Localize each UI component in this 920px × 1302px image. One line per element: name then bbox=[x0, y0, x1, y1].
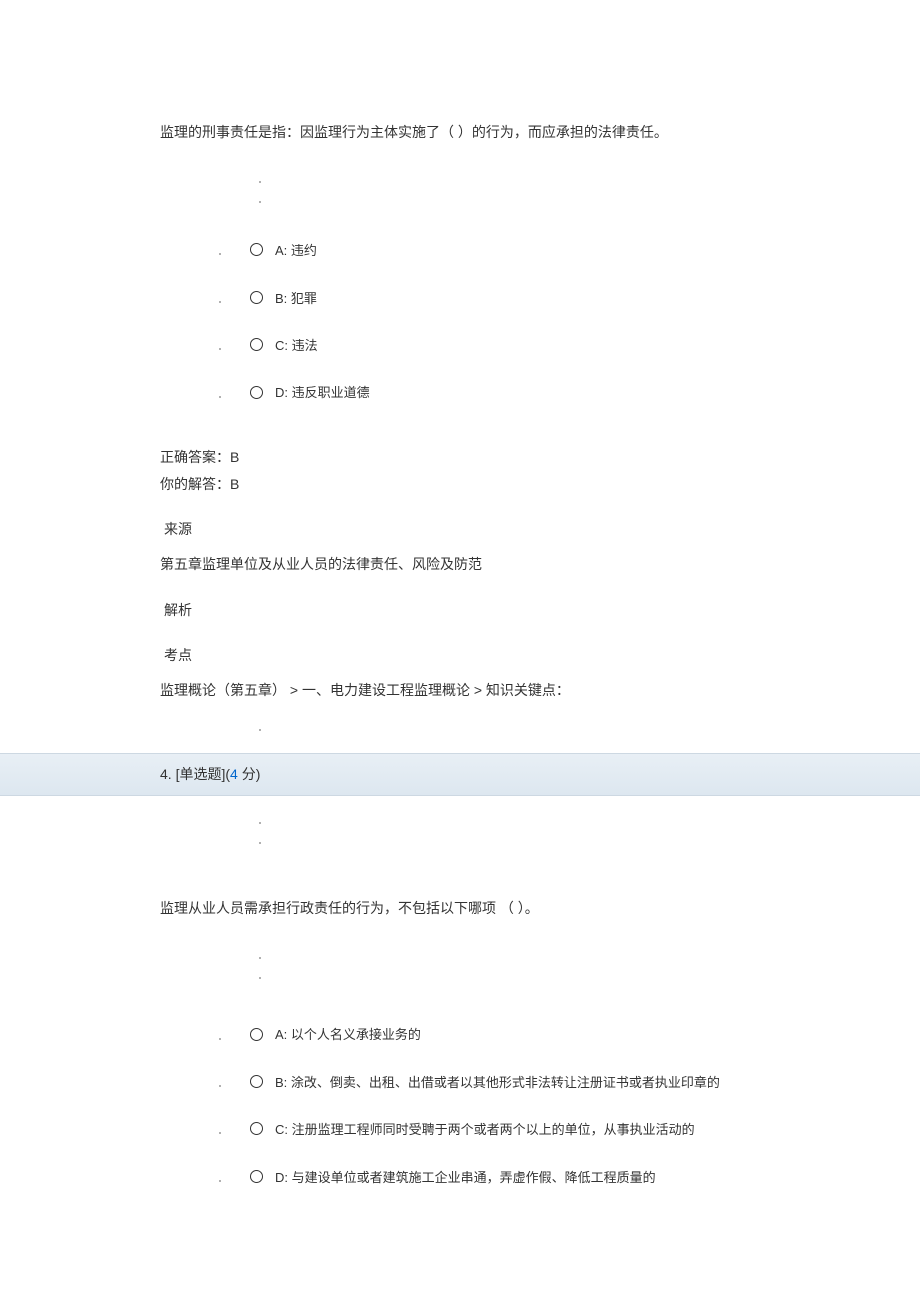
radio-icon bbox=[250, 1028, 263, 1041]
source-label: 来源 bbox=[164, 517, 760, 542]
q4-option-d-label: D: 与建设单位或者建筑施工企业串通，弄虚作假、降低工程质量的 bbox=[275, 1164, 656, 1189]
radio-icon bbox=[250, 1075, 263, 1088]
q3-option-a-label: A: 违约 bbox=[275, 237, 317, 262]
q3-option-c-label: C: 违法 bbox=[275, 332, 318, 357]
point-label: 考点 bbox=[164, 643, 760, 668]
q3-question-text: 监理的刑事责任是指：因监理行为主体实施了（ ）的行为，而应承担的法律责任。 bbox=[160, 120, 760, 145]
analysis-label: 解析 bbox=[164, 598, 760, 623]
q4-option-a[interactable]: A: 以个人名义承接业务的 bbox=[230, 1021, 421, 1046]
q3-option-d-label: D: 违反职业道德 bbox=[275, 379, 370, 404]
q4-number: 4. [单选题] bbox=[160, 766, 225, 782]
q4-score-unit: 分 bbox=[238, 766, 256, 782]
q3-option-b-label: B: 犯罪 bbox=[275, 285, 317, 310]
radio-icon bbox=[250, 386, 263, 399]
q3-option-d[interactable]: D: 违反职业道德 bbox=[230, 379, 370, 404]
your-answer-label: 你的解答：B bbox=[160, 472, 760, 497]
q4-question-text: 监理从业人员需承担行政责任的行为，不包括以下哪项 （ ）。 bbox=[160, 896, 760, 921]
breadcrumb: 监理概论（第五章） > 一、电力建设工程监理概论 > 知识关键点： bbox=[160, 678, 760, 703]
q4-options-list: A: 以个人名义承接业务的 B: 涂改、倒卖、出租、出借或者以其他形式非法转让注… bbox=[230, 1021, 760, 1189]
q4-option-c[interactable]: C: 注册监理工程师同时受聘于两个或者两个以上的单位，从事执业活动的 bbox=[230, 1116, 695, 1141]
q3-spacer-bullets-bottom bbox=[270, 723, 760, 743]
radio-icon bbox=[250, 243, 263, 256]
radio-icon bbox=[250, 338, 263, 351]
q4-score-close: ) bbox=[256, 766, 261, 782]
q4-option-b-label: B: 涂改、倒卖、出租、出借或者以其他形式非法转让注册证书或者执业印章的 bbox=[275, 1069, 720, 1094]
q4-option-d[interactable]: D: 与建设单位或者建筑施工企业串通，弄虚作假、降低工程质量的 bbox=[230, 1164, 656, 1189]
q4-score-number: 4 bbox=[230, 766, 238, 782]
correct-answer-label: 正确答案：B bbox=[160, 445, 760, 470]
q3-option-b[interactable]: B: 犯罪 bbox=[230, 285, 317, 310]
q4-spacer-bullets-top bbox=[270, 816, 760, 856]
q4-option-c-label: C: 注册监理工程师同时受聘于两个或者两个以上的单位，从事执业活动的 bbox=[275, 1116, 695, 1141]
radio-icon bbox=[250, 1170, 263, 1183]
radio-icon bbox=[250, 291, 263, 304]
q3-options-list: A: 违约 B: 犯罪 C: 违法 D: 违反职业道德 bbox=[230, 237, 760, 405]
source-text: 第五章监理单位及从业人员的法律责任、风险及防范 bbox=[160, 552, 760, 577]
q3-spacer-bullets-top bbox=[270, 175, 760, 215]
q4-option-a-label: A: 以个人名义承接业务的 bbox=[275, 1021, 421, 1046]
radio-icon bbox=[250, 1122, 263, 1135]
q4-header: 4. [单选题](4 分) bbox=[0, 753, 920, 796]
q3-option-c[interactable]: C: 违法 bbox=[230, 332, 318, 357]
q4-option-b[interactable]: B: 涂改、倒卖、出租、出借或者以其他形式非法转让注册证书或者执业印章的 bbox=[230, 1069, 720, 1094]
q4-spacer-bullets-mid bbox=[270, 951, 760, 991]
q3-option-a[interactable]: A: 违约 bbox=[230, 237, 317, 262]
